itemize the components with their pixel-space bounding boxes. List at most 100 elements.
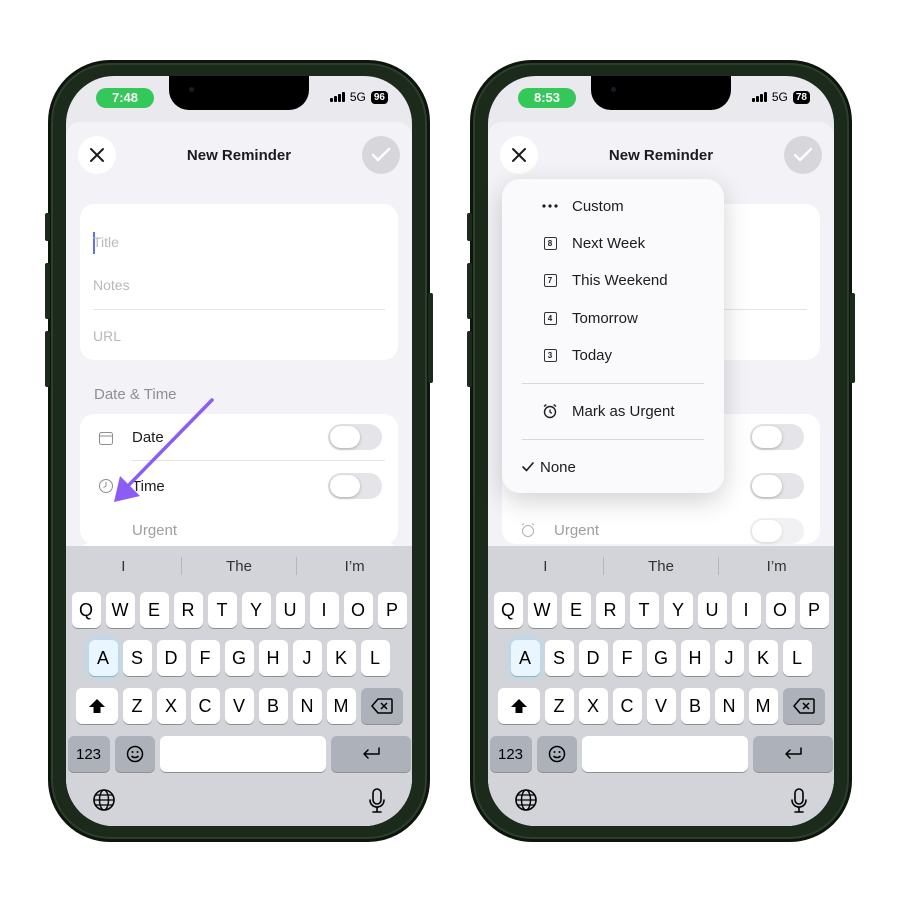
menu-item-this-weekend[interactable]: 7 This Weekend [502, 265, 724, 295]
key-w[interactable]: W [527, 592, 557, 628]
key-o[interactable]: O [765, 592, 795, 628]
alarm-clock-icon [542, 403, 558, 419]
suggestion-item[interactable]: I [66, 558, 181, 575]
key-t[interactable]: T [629, 592, 659, 628]
menu-item-custom[interactable]: Custom [502, 191, 724, 221]
key-k[interactable]: K [326, 640, 356, 676]
dictation-button[interactable] [368, 788, 386, 819]
title-field[interactable]: Title [93, 234, 119, 250]
key-m[interactable]: M [326, 688, 356, 724]
key-o[interactable]: O [343, 592, 373, 628]
numbers-key[interactable]: 123 [489, 736, 532, 772]
key-u[interactable]: U [697, 592, 727, 628]
return-key[interactable] [330, 736, 411, 772]
key-g[interactable]: G [646, 640, 676, 676]
key-f[interactable]: F [612, 640, 642, 676]
key-e[interactable]: E [139, 592, 169, 628]
date-toggle[interactable] [328, 424, 382, 450]
key-b[interactable]: B [680, 688, 710, 724]
key-j[interactable]: J [714, 640, 744, 676]
key-x[interactable]: X [578, 688, 608, 724]
key-z[interactable]: Z [544, 688, 574, 724]
suggestion-item[interactable]: I’m [719, 558, 834, 575]
key-r[interactable]: R [173, 592, 203, 628]
key-w[interactable]: W [105, 592, 135, 628]
key-t[interactable]: T [207, 592, 237, 628]
key-r[interactable]: R [595, 592, 625, 628]
emoji-key[interactable] [114, 736, 155, 772]
key-c[interactable]: C [612, 688, 642, 724]
menu-item-today[interactable]: 3 Today [502, 340, 724, 370]
suggestion-item[interactable]: The [182, 558, 297, 575]
key-k[interactable]: K [748, 640, 778, 676]
key-g[interactable]: G [224, 640, 254, 676]
key-b[interactable]: B [258, 688, 288, 724]
url-field[interactable]: URL [93, 328, 121, 344]
key-h[interactable]: H [680, 640, 710, 676]
key-j[interactable]: J [292, 640, 322, 676]
key-n[interactable]: N [292, 688, 322, 724]
key-n[interactable]: N [714, 688, 744, 724]
return-icon [362, 747, 380, 759]
key-y[interactable]: Y [241, 592, 271, 628]
backspace-key[interactable] [360, 688, 403, 724]
emoji-key[interactable] [536, 736, 577, 772]
menu-item-tomorrow[interactable]: 4 Tomorrow [502, 303, 724, 333]
key-d[interactable]: D [156, 640, 186, 676]
time-toggle[interactable] [750, 473, 804, 499]
notch [591, 76, 731, 110]
key-s[interactable]: S [544, 640, 574, 676]
key-a[interactable]: A [510, 640, 540, 676]
key-c[interactable]: C [190, 688, 220, 724]
key-p[interactable]: P [799, 592, 829, 628]
key-q[interactable]: Q [493, 592, 523, 628]
key-i[interactable]: I [309, 592, 339, 628]
menu-item-next-week[interactable]: 8 Next Week [502, 228, 724, 258]
key-f[interactable]: F [190, 640, 220, 676]
key-p[interactable]: P [377, 592, 407, 628]
key-i[interactable]: I [731, 592, 761, 628]
key-u[interactable]: U [275, 592, 305, 628]
shift-key[interactable] [75, 688, 118, 724]
keyboard-left: I The I’m Q W E R T Y U I O P A S D F G … [66, 546, 412, 826]
notes-field[interactable]: Notes [93, 277, 130, 293]
dictation-button[interactable] [790, 788, 808, 819]
key-y[interactable]: Y [663, 592, 693, 628]
space-key[interactable] [159, 736, 326, 772]
shift-key[interactable] [497, 688, 540, 724]
suggestion-item[interactable]: I [488, 558, 603, 575]
key-d[interactable]: D [578, 640, 608, 676]
done-button[interactable] [362, 136, 400, 174]
globe-button[interactable] [92, 788, 116, 817]
key-l[interactable]: L [782, 640, 812, 676]
key-s[interactable]: S [122, 640, 152, 676]
return-key[interactable] [752, 736, 833, 772]
network-label: 5G [349, 90, 366, 104]
key-v[interactable]: V [646, 688, 676, 724]
menu-item-label: Mark as Urgent [572, 402, 675, 420]
key-q[interactable]: Q [71, 592, 101, 628]
time-toggle[interactable] [328, 473, 382, 499]
globe-button[interactable] [514, 788, 538, 817]
key-l[interactable]: L [360, 640, 390, 676]
urgent-toggle[interactable] [750, 518, 804, 544]
menu-item-mark-urgent[interactable]: Mark as Urgent [502, 396, 724, 426]
done-button[interactable] [784, 136, 822, 174]
date-toggle[interactable] [750, 424, 804, 450]
numbers-key[interactable]: 123 [67, 736, 110, 772]
suggestion-item[interactable]: I’m [297, 558, 412, 575]
key-m[interactable]: M [748, 688, 778, 724]
key-v[interactable]: V [224, 688, 254, 724]
key-a[interactable]: A [88, 640, 118, 676]
backspace-key[interactable] [782, 688, 825, 724]
key-h[interactable]: H [258, 640, 288, 676]
globe-icon [515, 789, 537, 811]
key-z[interactable]: Z [122, 688, 152, 724]
space-key[interactable] [581, 736, 748, 772]
menu-item-none[interactable]: None [502, 452, 724, 482]
suggestion-item[interactable]: The [604, 558, 719, 575]
urgent-row-label: Urgent [554, 522, 600, 539]
key-e[interactable]: E [561, 592, 591, 628]
menu-item-label: None [540, 458, 576, 476]
key-x[interactable]: X [156, 688, 186, 724]
